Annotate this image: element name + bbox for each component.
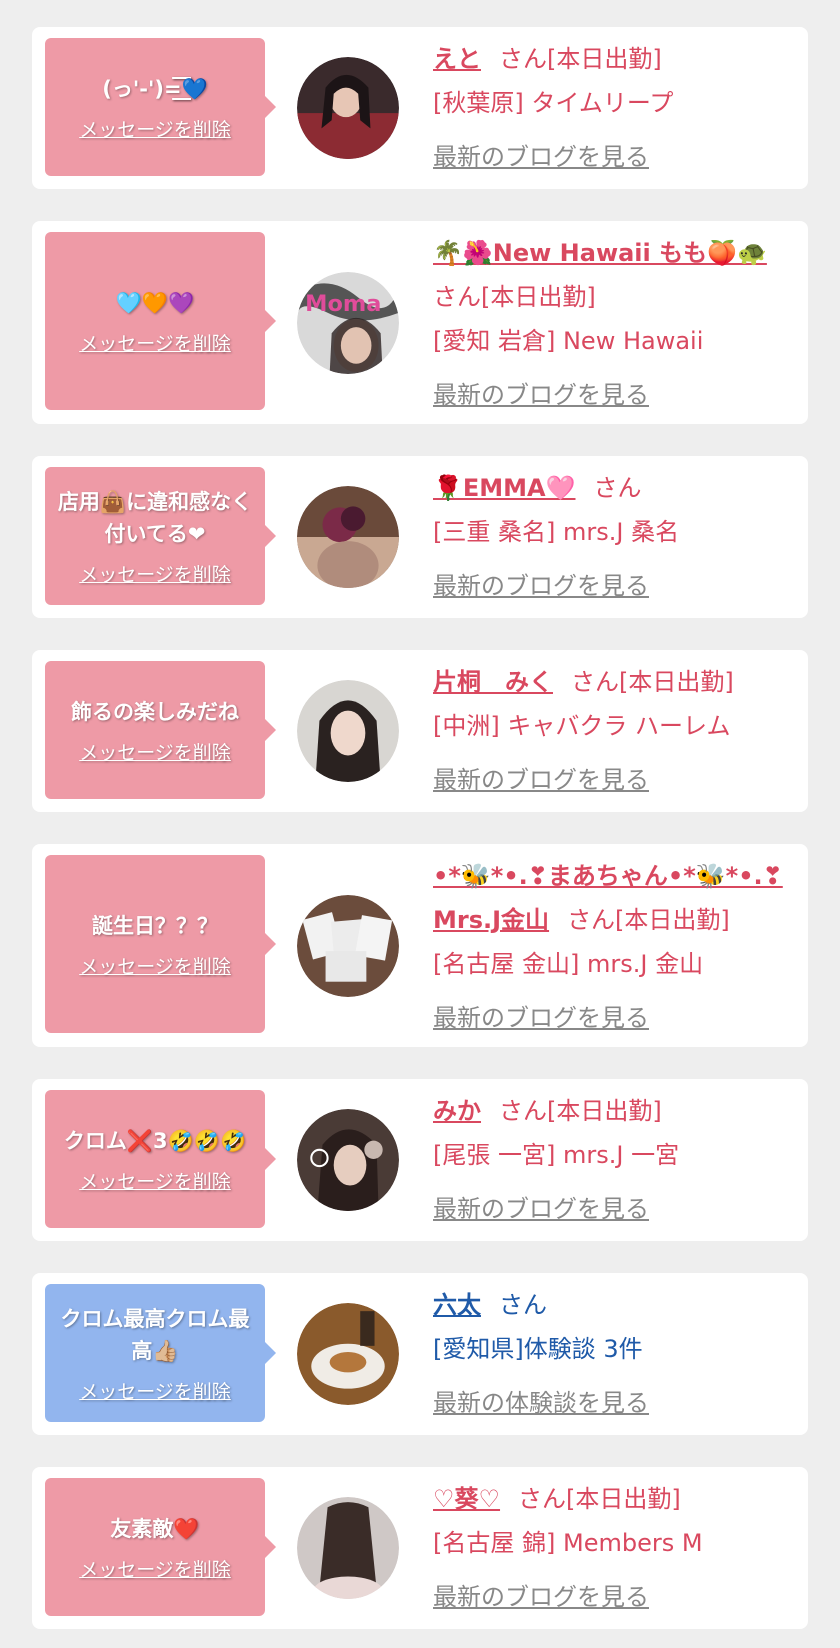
- message-bubble: 誕生日？？？ メッセージを削除: [45, 855, 276, 1033]
- member-name-link[interactable]: 🌴🌺New Hawaii もも🍑🐢: [433, 239, 767, 267]
- avatar[interactable]: Moma: [297, 272, 399, 374]
- member-info: •*🐝*•.❣まあちゃん•*🐝*•.❣Mrs.J金山 さん[本日出勤] [名古屋 …: [433, 854, 794, 1040]
- latest-blog-link[interactable]: 最新のブログを見る: [433, 1187, 794, 1231]
- message-card: 🩵🧡💜 メッセージを削除 Moma 🌴🌺New Hawaii もも🍑🐢 さん[本日…: [32, 221, 808, 424]
- member-name-link[interactable]: 六太: [433, 1291, 481, 1319]
- member-info: 🌴🌺New Hawaii もも🍑🐢 さん[本日出勤] [愛知 岩倉] New Ha…: [433, 231, 794, 417]
- message-card: クロム❌3🤣🤣🤣 メッセージを削除 みか さん[本日出勤] [尾張 一宮] mrs…: [32, 1079, 808, 1241]
- delete-message-link[interactable]: メッセージを削除: [79, 1555, 231, 1582]
- member-status: さん[本日出勤]: [499, 45, 662, 73]
- avatar[interactable]: [297, 680, 399, 782]
- latest-blog-link[interactable]: 最新のブログを見る: [433, 1575, 794, 1619]
- latest-blog-link[interactable]: 最新のブログを見る: [433, 758, 794, 802]
- svg-text:Moma: Moma: [305, 291, 381, 317]
- member-name-link[interactable]: えと: [433, 45, 481, 73]
- member-info: 片桐 みく さん[本日出勤] [中洲] キャバクラ ハーレム 最新のブログを見る: [433, 660, 794, 802]
- delete-message-link[interactable]: メッセージを削除: [79, 560, 231, 587]
- avatar[interactable]: [297, 1109, 399, 1211]
- message-text: 友素敵❤️: [110, 1516, 200, 1541]
- shop-label: [三重 桑名] mrs.J 桑名: [433, 518, 680, 546]
- message-text: 店用👜に違和感なく付いてる❤: [57, 489, 253, 546]
- delete-message-link[interactable]: メッセージを削除: [79, 952, 231, 979]
- message-list: (っ'-')=͟͟͞͞💙 メッセージを削除 えと さん[本日出勤] [秋葉原] タ…: [0, 0, 840, 1629]
- member-info: 六太 さん [愛知県]体験談 3件 最新の体験談を見る: [433, 1283, 794, 1425]
- message-card: 友素敵❤️ メッセージを削除 ♡葵♡ さん[本日出勤] [名古屋 錦] Membe…: [32, 1467, 808, 1629]
- avatar[interactable]: [297, 57, 399, 159]
- shop-label: [愛知 岩倉] New Hawaii: [433, 327, 704, 355]
- member-info: ♡葵♡ さん[本日出勤] [名古屋 錦] Members M 最新のブログを見る: [433, 1477, 794, 1619]
- message-bubble: クロム最高クロム最高👍🏼 メッセージを削除: [45, 1284, 276, 1422]
- avatar[interactable]: [297, 1303, 399, 1405]
- latest-blog-link[interactable]: 最新のブログを見る: [433, 135, 794, 179]
- delete-message-link[interactable]: メッセージを削除: [79, 1377, 231, 1404]
- delete-message-link[interactable]: メッセージを削除: [79, 738, 231, 765]
- message-bubble: クロム❌3🤣🤣🤣 メッセージを削除: [45, 1090, 276, 1228]
- shop-label: [名古屋 錦] Members M: [433, 1529, 703, 1557]
- member-status: さん[本日出勤]: [567, 906, 730, 934]
- shop-label: [愛知県]体験談 3件: [433, 1335, 643, 1363]
- message-bubble: 店用👜に違和感なく付いてる❤ メッセージを削除: [45, 467, 276, 605]
- member-status: さん[本日出勤]: [499, 1097, 662, 1125]
- message-card: 誕生日？？？ メッセージを削除 •*🐝*•.❣まあちゃん•*🐝*•.❣Mrs.J…: [32, 844, 808, 1047]
- avatar[interactable]: [297, 486, 399, 588]
- latest-blog-link[interactable]: 最新のブログを見る: [433, 564, 794, 608]
- shop-label: [尾張 一宮] mrs.J 一宮: [433, 1141, 680, 1169]
- member-info: 🌹EMMA🩷 さん [三重 桑名] mrs.J 桑名 最新のブログを見る: [433, 466, 794, 608]
- member-name-link[interactable]: 🌹EMMA🩷: [433, 474, 576, 502]
- message-text: 飾るの楽しみだね: [71, 699, 239, 724]
- avatar[interactable]: [297, 1497, 399, 1599]
- message-text: クロム❌3🤣🤣🤣: [63, 1128, 247, 1153]
- member-info: みか さん[本日出勤] [尾張 一宮] mrs.J 一宮 最新のブログを見る: [433, 1089, 794, 1231]
- latest-blog-link[interactable]: 最新のブログを見る: [433, 996, 794, 1040]
- member-name-link[interactable]: ♡葵♡: [433, 1485, 500, 1513]
- latest-review-link[interactable]: 最新の体験談を見る: [433, 1381, 794, 1425]
- message-text: クロム最高クロム最高👍🏼: [60, 1306, 250, 1363]
- avatar[interactable]: [297, 895, 399, 997]
- member-name-link[interactable]: 片桐 みく: [433, 668, 553, 696]
- member-status: さん: [593, 474, 642, 502]
- member-status: さん[本日出勤]: [571, 668, 734, 696]
- message-card: (っ'-')=͟͟͞͞💙 メッセージを削除 えと さん[本日出勤] [秋葉原] タ…: [32, 27, 808, 189]
- message-card: クロム最高クロム最高👍🏼 メッセージを削除 六太 さん [愛知県]体験談 3件 最…: [32, 1273, 808, 1435]
- message-bubble: 🩵🧡💜 メッセージを削除: [45, 232, 276, 410]
- delete-message-link[interactable]: メッセージを削除: [79, 329, 231, 356]
- member-info: えと さん[本日出勤] [秋葉原] タイムリープ 最新のブログを見る: [433, 37, 794, 179]
- message-card: 店用👜に違和感なく付いてる❤ メッセージを削除 🌹EMMA🩷 さん [三重 桑名]…: [32, 456, 808, 618]
- member-status: さん[本日出勤]: [433, 283, 596, 311]
- shop-label: [中洲] キャバクラ ハーレム: [433, 712, 731, 740]
- shop-label: [秋葉原] タイムリープ: [433, 89, 674, 117]
- message-text: 誕生日？？？: [92, 913, 218, 938]
- message-bubble: 友素敵❤️ メッセージを削除: [45, 1478, 276, 1616]
- member-status: さん[本日出勤]: [518, 1485, 681, 1513]
- delete-message-link[interactable]: メッセージを削除: [79, 115, 231, 142]
- delete-message-link[interactable]: メッセージを削除: [79, 1167, 231, 1194]
- shop-label: [名古屋 金山] mrs.J 金山: [433, 950, 704, 978]
- latest-blog-link[interactable]: 最新のブログを見る: [433, 373, 794, 417]
- message-bubble: 飾るの楽しみだね メッセージを削除: [45, 661, 276, 799]
- message-card: 飾るの楽しみだね メッセージを削除 片桐 みく さん[本日出勤] [中洲] キャバ…: [32, 650, 808, 812]
- member-status: さん: [499, 1291, 547, 1319]
- member-name-link[interactable]: みか: [433, 1097, 481, 1125]
- message-bubble: (っ'-')=͟͟͞͞💙 メッセージを削除: [45, 38, 276, 176]
- message-text: 🩵🧡💜: [115, 290, 195, 315]
- message-text: (っ'-')=͟͟͞͞💙: [102, 76, 208, 101]
